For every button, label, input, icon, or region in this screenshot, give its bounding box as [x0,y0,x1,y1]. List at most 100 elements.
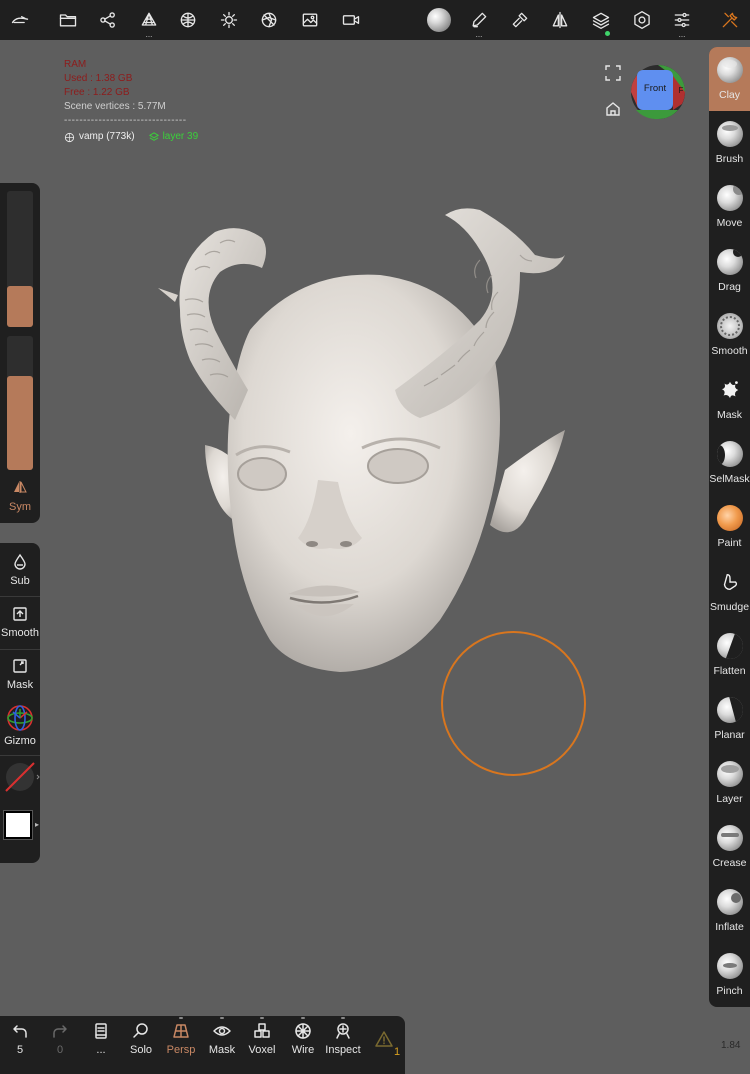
inspect-icon [336,1023,350,1039]
scene-vertices: Scene vertices : 5.77M [64,101,166,112]
tool-paint-label: Paint [717,537,742,549]
history-button[interactable]: ... [81,1020,121,1070]
folder-icon[interactable] [52,4,84,36]
mask-toggle-button[interactable]: Mask [0,657,40,691]
tool-paint[interactable]: Paint [709,495,750,559]
tool-crease-label: Crease [712,857,747,869]
sub-button[interactable]: Sub [0,553,40,587]
book-icon [95,1023,107,1039]
paint-brush-icon[interactable] [504,4,536,36]
undo-button[interactable]: 5 [0,1020,40,1070]
app-logo-icon[interactable] [4,4,36,36]
solo-button[interactable]: Solo [121,1020,161,1070]
background-icon[interactable] [294,4,326,36]
view-cube[interactable]: Front F [630,64,686,120]
stroke-icon[interactable]: ... [463,4,495,39]
tool-smudge-label: Smudge [709,601,750,613]
settings-icon[interactable] [626,4,658,36]
persp-label: Persp [166,1044,196,1056]
scene-graph-icon[interactable] [92,4,124,36]
tool-drag[interactable]: Drag [709,239,750,303]
topology-icon[interactable]: ... [133,4,165,39]
left-slider-panel: Sym [0,183,40,523]
tool-mask-label: Mask [716,409,743,421]
tool-pinch[interactable]: Pinch [709,943,750,1007]
wire-button[interactable]: Wire [283,1017,323,1070]
gizmo-label: Gizmo [4,735,36,747]
tool-smudge[interactable]: Smudge [709,559,750,623]
sliders-icon[interactable]: ... [666,4,698,39]
sym-toggle[interactable]: Sym [0,479,40,513]
material-icon[interactable] [423,4,455,36]
voxel-button[interactable]: Voxel [242,1017,282,1070]
light-icon[interactable] [213,4,245,36]
brush-cursor-ring [441,631,586,776]
layers-status-dot [605,31,610,36]
fullscreen-icon[interactable] [604,64,622,82]
tool-inflate[interactable]: Inflate [709,879,750,943]
symmetry-icon[interactable] [544,4,576,36]
mesh-icon [64,132,75,142]
wire-label: Wire [291,1044,315,1056]
tool-smooth[interactable]: Smooth [709,303,750,367]
shading-icon[interactable] [253,4,285,36]
persp-indicator [179,1017,183,1019]
gizmo-button[interactable]: Gizmo [0,703,40,747]
tool-flatten[interactable]: Flatten [709,623,750,687]
tool-planar[interactable]: Planar [709,687,750,751]
topology-more-indicator: ... [145,30,153,39]
redo-button[interactable]: 0 [40,1020,80,1070]
smooth-toggle-label: Smooth [1,627,39,639]
smooth-toggle-button[interactable]: Smooth [0,605,40,639]
intensity-slider-fill [7,376,33,470]
mask-toggle-label: Mask [6,679,34,691]
scene-stats: RAM Used : 1.38 GB Free : 1.22 GB Scene … [64,58,198,144]
inflate-icon [716,889,743,915]
layer-icon [148,132,159,141]
persp-button[interactable]: Persp [161,1017,201,1070]
stroke-more-indicator: ... [475,30,483,39]
multires-icon[interactable] [172,4,204,36]
tools-icon[interactable] [714,4,746,36]
mask-view-button[interactable]: Mask [202,1017,242,1070]
color-swatch-arrow-icon: ▸ [35,820,40,829]
tool-mask[interactable]: Mask [709,367,750,431]
video-icon[interactable] [335,4,367,36]
inspect-button[interactable]: Inspect [323,1017,363,1070]
tool-drag-label: Drag [718,281,741,293]
layers-icon[interactable] [585,4,617,36]
mask-splat-icon [717,377,743,403]
mesh-info-row[interactable]: vamp (773k) layer 39 [64,130,198,144]
layer-info[interactable]: layer 39 [148,130,199,144]
divider [0,596,40,597]
intensity-slider[interactable] [7,336,33,470]
brush-icon [716,121,743,147]
tool-selmask[interactable]: SelMask [709,431,750,495]
symmetry-toggle-icon [14,481,27,493]
history-more: ... [96,1044,106,1056]
tool-clay[interactable]: Clay [709,47,750,111]
sub-label: Sub [10,575,30,587]
tool-planar-label: Planar [714,729,745,741]
paint-icon [716,505,743,531]
warning-button[interactable]: 1 [364,1020,404,1070]
ram-free: Free : 1.22 GB [64,87,130,98]
color-swatch[interactable]: ▸ [3,810,40,845]
app-version: 1.84 [721,1040,741,1051]
material-swatch[interactable] [4,761,40,793]
ram-used: Used : 1.38 GB [64,73,133,84]
tool-brush[interactable]: Brush [709,111,750,175]
tool-crease[interactable]: Crease [709,815,750,879]
home-icon[interactable] [604,100,622,118]
radius-slider[interactable] [7,191,33,327]
sculpt-model[interactable] [150,200,570,690]
view-cube-side-label: F [679,86,684,95]
redo-icon [53,1025,67,1038]
tool-layer[interactable]: Layer [709,751,750,815]
sculpt-tools-panel: Clay Brush Move Drag Smooth Mask SelMask… [709,47,750,1007]
layer-name: layer 39 [162,131,199,142]
tool-move[interactable]: Move [709,175,750,239]
redo-count: 0 [56,1044,64,1056]
mask-view-indicator [220,1017,224,1019]
warning-count: 1 [394,1046,401,1058]
